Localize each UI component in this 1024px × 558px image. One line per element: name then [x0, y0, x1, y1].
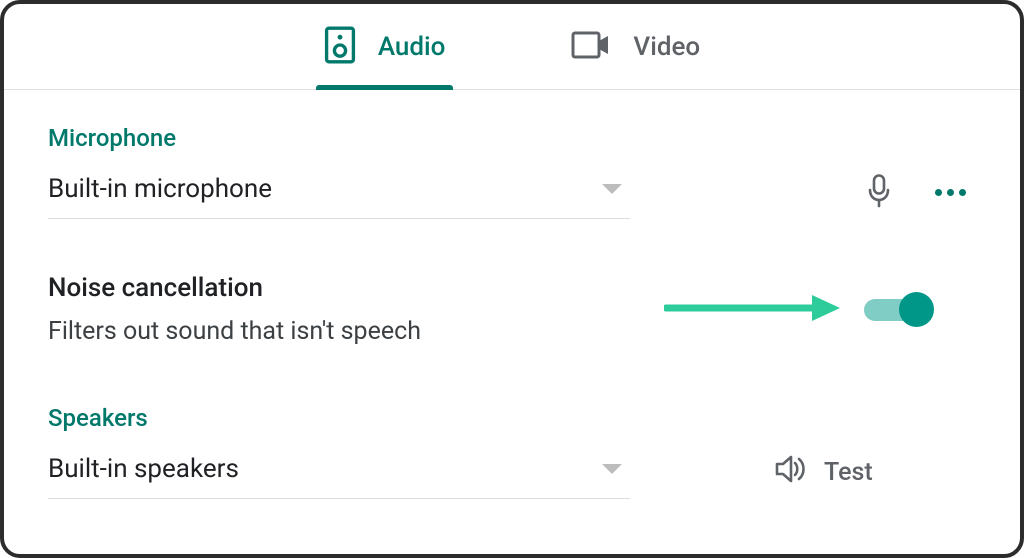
- speakers-section: Speakers Built-in speakers Test: [48, 404, 976, 499]
- microphone-selected-value: Built-in microphone: [48, 174, 272, 204]
- noise-cancellation-section: Noise cancellation Filters out sound tha…: [48, 273, 976, 346]
- microphone-icon: [866, 174, 892, 212]
- microphone-row: Built-in microphone: [48, 166, 976, 219]
- microphone-select[interactable]: Built-in microphone: [48, 166, 630, 219]
- chevron-down-icon: [602, 184, 622, 194]
- tab-video-label: Video: [633, 32, 700, 62]
- audio-settings-content: Microphone Built-in microphone: [4, 90, 1020, 499]
- tab-audio-label: Audio: [378, 32, 446, 62]
- tab-video[interactable]: Video: [563, 4, 708, 89]
- arrow-right-icon: [664, 292, 844, 328]
- microphone-section: Microphone Built-in microphone: [48, 124, 976, 219]
- speakers-test-button[interactable]: Test: [762, 448, 885, 497]
- speakers-section-label: Speakers: [48, 404, 976, 432]
- speaker-icon: [324, 26, 356, 68]
- noise-cancellation-description: Filters out sound that isn't speech: [48, 317, 518, 346]
- microphone-more-button[interactable]: [925, 179, 976, 206]
- noise-cancellation-title: Noise cancellation: [48, 273, 518, 303]
- annotation-arrow-wrap: [518, 292, 864, 328]
- noise-cancellation-text: Noise cancellation Filters out sound tha…: [48, 273, 518, 346]
- video-camera-icon: [571, 31, 611, 63]
- microphone-level-indicator: [859, 173, 899, 213]
- speakers-row: Built-in speakers Test: [48, 446, 976, 499]
- volume-icon: [774, 454, 806, 491]
- noise-cancellation-toggle[interactable]: [864, 299, 928, 321]
- tab-audio[interactable]: Audio: [316, 4, 454, 89]
- speakers-select[interactable]: Built-in speakers: [48, 446, 630, 499]
- tabs-bar: Audio Video: [4, 4, 1020, 90]
- chevron-down-icon: [602, 464, 622, 474]
- speakers-selected-value: Built-in speakers: [48, 454, 239, 484]
- settings-modal: Audio Video Microphone Built-in micropho…: [0, 0, 1024, 558]
- microphone-section-label: Microphone: [48, 124, 976, 152]
- speakers-test-label: Test: [824, 458, 873, 487]
